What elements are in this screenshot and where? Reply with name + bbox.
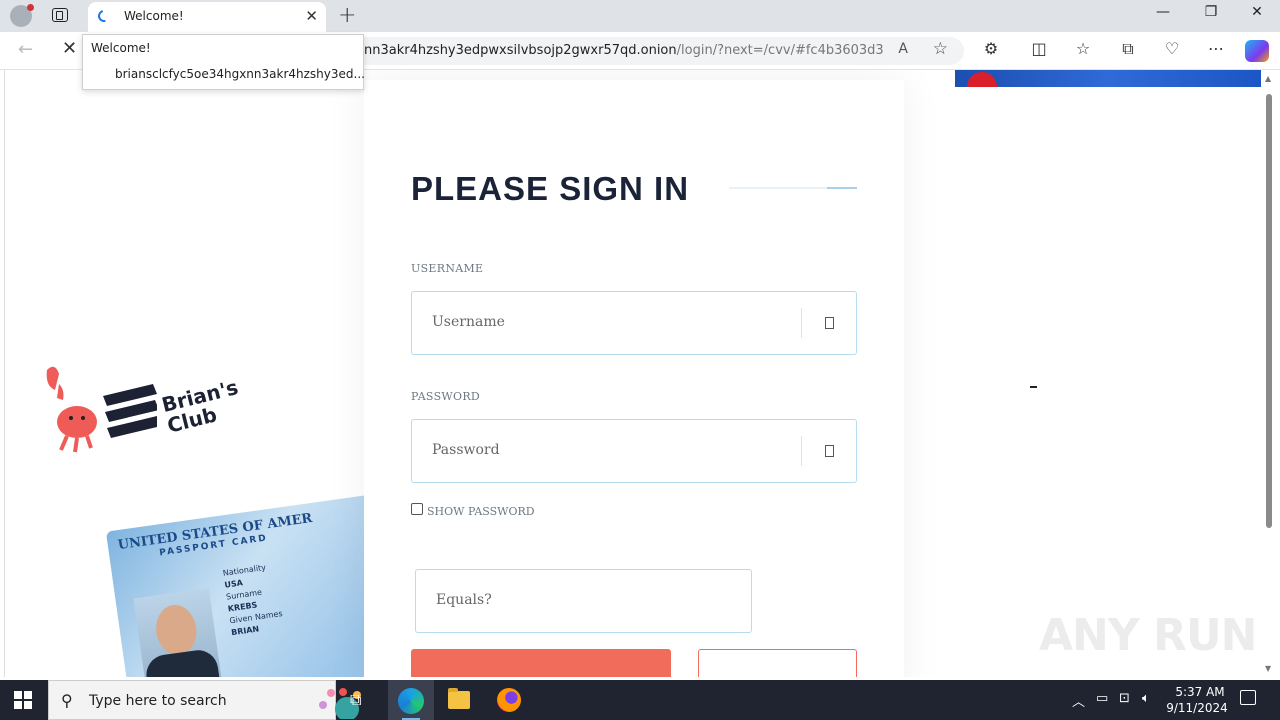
tooltip-url: briansclcfyc5oe34hgxnn3akr4hzshy3ed... [115, 67, 365, 81]
scroll-up-icon[interactable]: ▲ [1265, 74, 1271, 83]
show-password-checkbox[interactable] [411, 503, 423, 515]
login-button[interactable] [411, 649, 671, 677]
url-host: nn3akr4hzshy3edpwxsilvbsojp2gwxr57qd.oni… [364, 43, 677, 58]
stop-loading-icon[interactable]: ✕ [62, 38, 77, 59]
tab-tooltip: Welcome! briansclcfyc5oe34hgxnn3akr4hzsh… [82, 34, 365, 90]
username-label: USERNAME [411, 262, 484, 275]
extensions-icon[interactable]: ⚙ [979, 39, 1003, 58]
clock-date[interactable]: 9/11/2024 [1164, 701, 1230, 715]
collections-icon[interactable]: ⧉ [1116, 39, 1140, 59]
captcha-input[interactable]: Equals? [415, 569, 752, 633]
taskbar-search-box[interactable]: ⚲ Type here to search [48, 680, 361, 720]
passport-photo [133, 587, 225, 677]
clock-time[interactable]: 5:37 AM [1170, 685, 1230, 699]
window-close-button[interactable]: ✕ [1234, 4, 1280, 20]
tab-title: Welcome! [124, 9, 184, 23]
more-icon[interactable]: ⋯ [1204, 39, 1228, 58]
address-bar[interactable]: nn3akr4hzshy3edpwxsilvbsojp2gwxr57qd.oni… [352, 37, 964, 65]
page-viewport: Brian's Club UNITED STATES OF AMER PASSP… [4, 70, 1261, 677]
login-card: PLEASE SIGN IN USERNAME Username PASSWOR… [364, 80, 904, 677]
tray-device-icon[interactable]: ▭ [1096, 691, 1108, 706]
promo-banner[interactable] [955, 70, 1261, 87]
volume-icon[interactable]: 🔈︎ [1142, 691, 1150, 706]
task-view-icon[interactable]: ⧉ [350, 690, 361, 710]
favorites-icon[interactable]: ☆ [1071, 39, 1095, 58]
new-tab-button[interactable]: + [338, 3, 356, 28]
heading-divider [729, 187, 857, 189]
lock-icon [825, 445, 834, 457]
windows-start-icon[interactable] [14, 691, 32, 709]
search-placeholder: Type here to search [89, 693, 227, 709]
show-password-label[interactable]: SHOW PASSWORD [427, 505, 535, 518]
username-input[interactable]: Username [411, 291, 857, 355]
username-placeholder: Username [432, 314, 505, 330]
back-arrow-icon[interactable]: ← [18, 39, 33, 60]
page-scrollbar[interactable]: ▲ ▼ [1262, 70, 1276, 677]
scrollbar-thumb[interactable] [1266, 94, 1272, 528]
passport-fields: Nationality USA Surname KREBS Given Name… [222, 562, 284, 638]
promo-badge-icon [967, 72, 997, 87]
crab-mascot-icon [46, 366, 157, 453]
password-placeholder: Password [432, 442, 500, 458]
user-icon [825, 317, 834, 329]
browser-tab-strip: Welcome! ✕ + — ❐ ✕ [0, 0, 1280, 32]
windows-taskbar: ⚲ Type here to search ⧉ ︿ ▭ ⊡ 🔈︎ 5:37 AM… [0, 680, 1280, 720]
browser-tab[interactable]: Welcome! ✕ [88, 2, 326, 32]
minimize-button[interactable]: — [1140, 4, 1186, 20]
favorite-star-icon[interactable]: ☆ [933, 39, 948, 59]
register-button[interactable] [698, 649, 857, 677]
search-icon: ⚲ [61, 691, 73, 710]
file-explorer-icon[interactable] [448, 688, 470, 709]
read-aloud-icon[interactable]: A [898, 41, 908, 57]
tab-close-icon[interactable]: ✕ [305, 7, 318, 25]
restore-button[interactable]: ❐ [1188, 4, 1234, 20]
page-artifact [1030, 386, 1037, 388]
edge-browser-icon[interactable] [398, 688, 424, 714]
copilot-icon[interactable] [1245, 40, 1269, 62]
password-label: PASSWORD [411, 390, 481, 403]
network-icon[interactable]: ⊡ [1119, 691, 1130, 706]
password-input[interactable]: Password [411, 419, 857, 483]
scroll-down-icon[interactable]: ▼ [1265, 664, 1271, 673]
search-highlight-icon [319, 688, 361, 719]
tray-chevron-icon[interactable]: ︿ [1072, 691, 1085, 710]
split-screen-icon[interactable]: ◫ [1027, 39, 1051, 58]
anyrun-watermark: ANY RUN [1039, 610, 1257, 661]
brians-club-logo: Brian's Club [37, 360, 257, 460]
tooltip-title: Welcome! [91, 41, 151, 55]
tab-actions-icon[interactable] [52, 8, 68, 22]
captcha-placeholder: Equals? [436, 592, 492, 608]
url-text[interactable]: nn3akr4hzshy3edpwxsilvbsojp2gwxr57qd.oni… [364, 43, 884, 58]
profile-avatar-icon[interactable] [10, 4, 34, 27]
page-title: PLEASE SIGN IN [411, 170, 690, 207]
performance-icon[interactable]: ♡ [1160, 39, 1184, 58]
firefox-icon[interactable] [497, 688, 521, 712]
notifications-icon[interactable] [1240, 690, 1256, 705]
url-path: /login/?next=/cvv/#fc4b3603d336... [676, 43, 884, 58]
loading-spinner-icon [95, 7, 113, 25]
